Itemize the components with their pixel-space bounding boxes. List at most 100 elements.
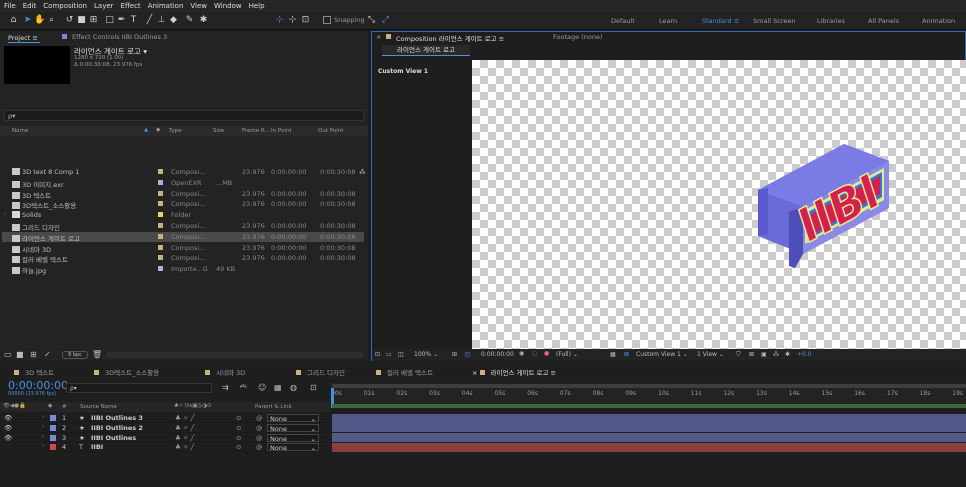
flowchart-icon[interactable]: ⊠ [749,351,754,358]
reset-exposure-icon[interactable]: ✱ [785,351,790,358]
region-icon[interactable]: ◰ [465,351,471,358]
pickwhip-icon[interactable]: @ [256,414,263,422]
fast-preview-icon[interactable]: ⁂ [773,351,779,358]
pan-behind-tool-icon[interactable]: ⊞ [88,15,99,26]
region-interest-icon[interactable]: ⊠ [624,351,629,358]
tab-project[interactable]: Project ≡ [8,34,38,42]
timeline-tab[interactable]: 3D 텍스트 [14,367,54,377]
label-icon[interactable]: ◆ [48,403,52,409]
visibility-eye-icon[interactable]: 👁 [4,414,12,422]
expand-arrow-icon[interactable]: › [42,443,44,449]
layer-name[interactable]: IIBI [91,443,103,451]
layer-duration-bar[interactable] [332,423,966,433]
layer-duration-bar[interactable] [332,442,966,452]
layer-name[interactable]: IIBI Outlines 2 [91,424,143,432]
draft-3d-toggle-icon[interactable]: ⎃ [240,383,247,393]
view-dropdown[interactable]: Custom View 1 ⌄ [636,351,688,358]
timeline-tab[interactable]: 시네마 3D [205,367,245,377]
workspace-all-panels[interactable]: All Panels [868,17,899,25]
preview-options-icon[interactable]: ⊡ [375,351,380,358]
project-item[interactable]: 3D 텍스트 Composi... 23.976 0:00:00:00 0:00:30:… [2,189,364,200]
mask-visibility-icon[interactable]: ◫ [398,351,404,358]
shy-layers-icon[interactable]: ☺ [258,383,266,392]
col-type[interactable]: Type [169,128,182,134]
layer-row[interactable]: 👁 › 1 ★ IIBI Outlines 3 ♣ ✧ ╱ ⊙ @ None ⌄ [0,413,330,423]
draft-3d-icon[interactable]: ⛉ [736,351,741,359]
new-folder-icon[interactable]: ■ [16,350,24,359]
exposure-value[interactable]: +0.0 [797,351,812,358]
project-item[interactable]: 그리드 디자인 Composi... 23.976 0:00:00:00 0:00:30… [2,221,364,232]
type-tool-icon[interactable]: T [128,15,139,26]
pickwhip-icon[interactable]: @ [256,434,263,442]
menu-edit[interactable]: Edit [23,2,37,10]
brush-tool-icon[interactable]: ╱ [144,15,155,26]
col-size[interactable]: Size [213,128,224,134]
visibility-eye-icon[interactable]: 👁 [4,434,12,442]
project-item[interactable]: 시네마 3D Composi... 23.976 0:00:00:00 0:00:30:… [2,243,364,254]
home-icon[interactable]: ⌂ [8,15,19,26]
zoom-dropdown[interactable]: 100% ⌄ [414,351,438,358]
adjust-icon[interactable]: ✓ [44,350,51,359]
roto-brush-tool-icon[interactable]: ✎ [184,15,195,26]
3d-layer-icon[interactable]: ⊙ [236,414,241,422]
snap-options-icon[interactable]: ⤡ [366,15,377,26]
motion-blur-icon[interactable]: ◍ [290,383,297,392]
flowchart-node-icon[interactable]: ⁂ [359,168,366,176]
layer-label-swatch[interactable] [50,415,56,421]
expand-arrow-icon[interactable]: › [42,424,44,430]
show-snapshot-icon[interactable]: ◌ [532,350,537,357]
transparency-grid-icon[interactable]: ▦ [610,351,616,358]
workspace-standard[interactable]: Standard [702,17,732,25]
visibility-eye-icon[interactable]: 👁 [4,424,12,432]
rectangle-tool-icon[interactable]: □ [104,15,115,26]
project-item[interactable]: 하늘.jpg Importe...G 49 KB [2,264,364,275]
resolution-dropdown[interactable]: (Full) ⌄ [556,351,578,358]
layer-switches-icon[interactable]: ♣ ✧ ╱ [175,424,194,432]
monitor-icon[interactable]: ▭ [386,351,392,358]
menu-layer[interactable]: Layer [94,2,114,10]
clone-stamp-tool-icon[interactable]: ⊥ [156,15,167,26]
axis-local-icon[interactable]: ⊹ [274,15,285,26]
menu-view[interactable]: View [190,2,207,10]
project-scrollbar[interactable] [106,352,364,358]
label-tag-icon[interactable]: ◆ [156,127,160,133]
puppet-tool-icon[interactable]: ✱ [198,15,209,26]
expand-arrow-icon[interactable]: › [42,434,44,440]
comp-flowchart-icon[interactable]: ⇉ [222,383,229,392]
fit-icon[interactable]: ⊞ [452,351,457,358]
3d-layer-icon[interactable]: ⊙ [236,424,241,432]
project-item[interactable]: 3D텍스트_소스활용 Composi... 23.976 0:00:00:00 0:00… [2,199,364,210]
layer-switches-icon[interactable]: ♣ ✧ ╱ [175,434,194,442]
parent-dropdown[interactable]: None ⌄ [267,433,319,443]
color-channel-icon[interactable]: ● [544,350,549,357]
tab-effect-controls[interactable]: Effect Controls IIBI Outlines 3 [72,33,167,41]
col-frame-rate[interactable]: Frame R... [242,128,270,134]
selection-tool-icon[interactable]: ➤ [22,15,33,26]
layer-name[interactable]: IIBI Outlines 3 [91,414,143,422]
timeline-tab[interactable]: 그리드 디자인 [296,367,345,377]
eraser-tool-icon[interactable]: ◆ [168,15,179,26]
pickwhip-icon[interactable]: @ [256,424,263,432]
snapshot-icon[interactable]: ◉ [519,350,524,357]
trash-icon[interactable]: 🗑 [92,350,102,359]
col-name[interactable]: Name [12,128,28,134]
menu-window[interactable]: Window [214,2,242,10]
menu-composition[interactable]: Composition [43,2,87,10]
project-search-input[interactable]: ρ▾ [4,110,364,121]
layer-switches-icon[interactable]: ♣ ✧ ╱ [175,414,194,422]
expand-arrow-icon[interactable]: › [42,414,44,420]
av-switches-icon[interactable]: 👁◀●🔒 [3,403,26,409]
new-comp-icon[interactable]: ⊞ [30,350,37,359]
workspace-small-screen[interactable]: Small Screen [753,17,795,25]
col-in-point[interactable]: In Point [271,128,292,134]
tab-footage[interactable]: Footage (none) [553,33,602,41]
timeline-search-input[interactable]: ρ▾ [66,383,212,393]
layer-switches-icon[interactable]: ♣✧∖fx▣◎◑⊙ [174,403,212,409]
menu-help[interactable]: Help [249,2,265,10]
project-item[interactable]: 3D 이미지.exr OpenEXR ...MB [2,178,364,189]
layer-row[interactable]: › 4 T IIBI ♣ ✧ ╱ ⊙ @ None ⌄ [0,442,330,453]
workspace-default[interactable]: Default [611,17,635,25]
view-layout-dropdown[interactable]: 1 View ⌄ [697,351,724,358]
pen-tool-icon[interactable]: ✒ [116,15,127,26]
workspace-menu-icon[interactable]: ≡ [734,17,739,25]
